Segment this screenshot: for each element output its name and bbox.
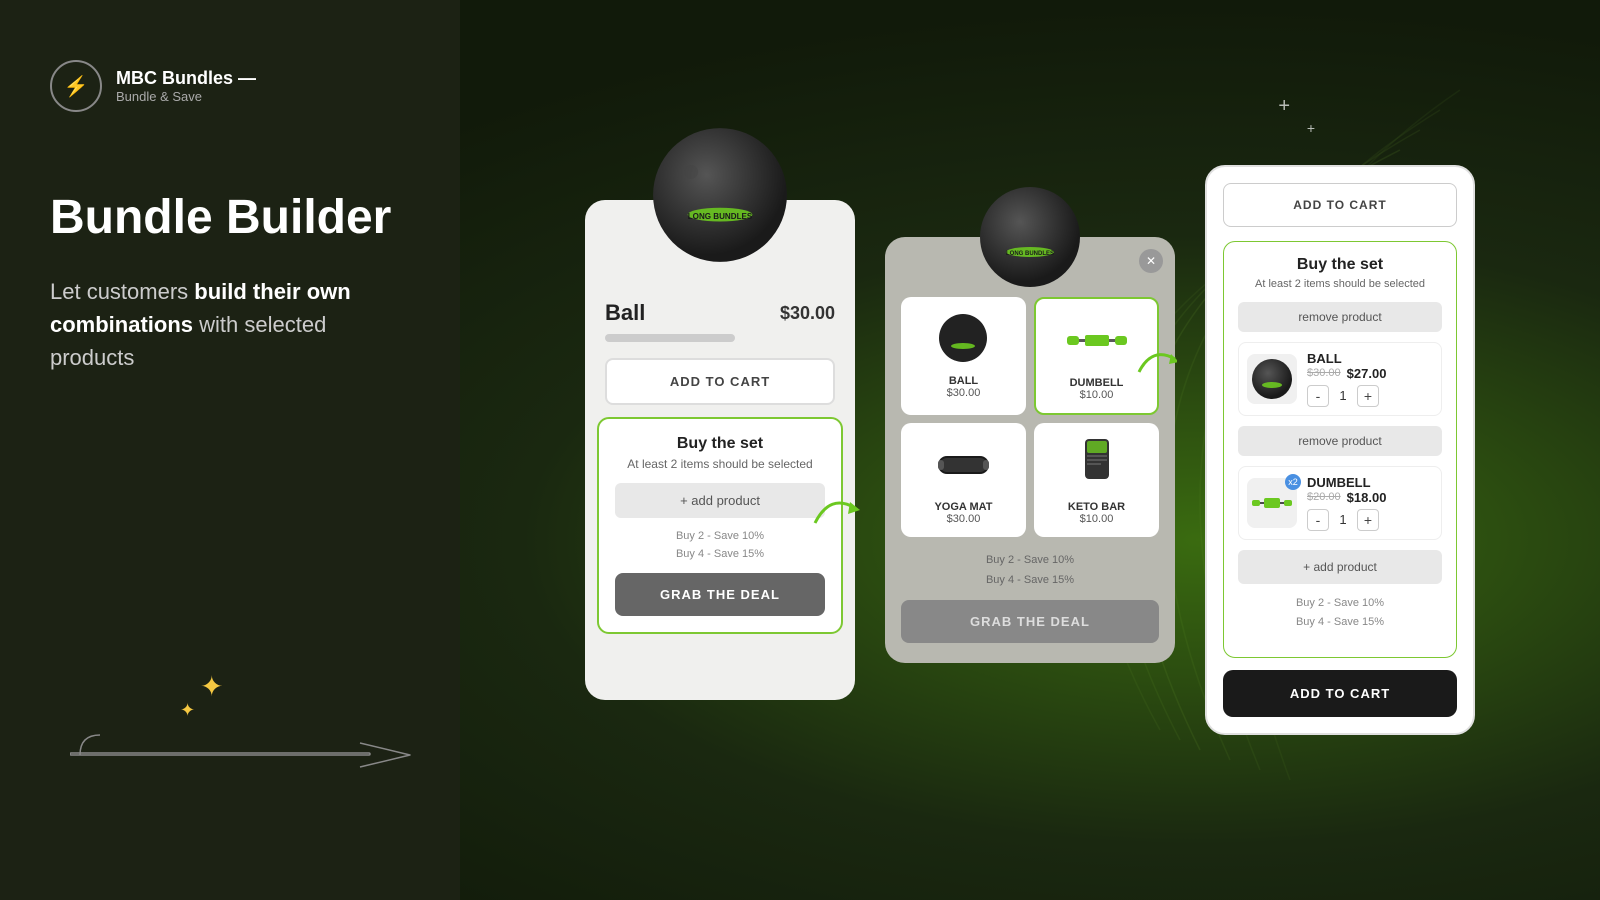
- bundle-item-dumbell-img: x2: [1247, 478, 1297, 528]
- grid-ketobar-label: KETO BAR: [1042, 501, 1151, 513]
- plus-decoration-1: +: [1278, 95, 1290, 118]
- bundle-detail-subtitle: At least 2 items should be selected: [1238, 278, 1442, 290]
- product-grid: BALL $30.00 DUMBELL $10.00: [901, 297, 1159, 537]
- bundle-ball-prices: $30.00 $27.00: [1307, 366, 1433, 381]
- grid-ball-price: $30.00: [909, 387, 1018, 399]
- arrow-decoration: [70, 725, 450, 790]
- selector-discount-info: Buy 2 - Save 10% Buy 4 - Save 15%: [901, 551, 1159, 591]
- grid-dumbell-svg: [1067, 318, 1127, 363]
- grid-dumbell-label: DUMBELL: [1044, 377, 1149, 389]
- grab-deal-btn-2[interactable]: GRAB THE DEAL: [901, 600, 1159, 643]
- logo-text-area: MBC Bundles — Bundle & Save: [116, 68, 256, 104]
- ball-svg-selector: LONG BUNDLES: [975, 182, 1085, 292]
- add-to-cart-btn-1[interactable]: ADD TO CART: [605, 358, 835, 405]
- card-detail: ADD TO CART Buy the set At least 2 items…: [1205, 165, 1475, 735]
- grid-item-yogamat[interactable]: YOGA MAT $30.00: [901, 423, 1026, 537]
- ball-qty-value: 1: [1335, 388, 1351, 403]
- logo-circle: ⚡: [50, 60, 102, 112]
- product-title-row: Ball $30.00: [605, 300, 835, 326]
- bundle-subtitle-1: At least 2 items should be selected: [615, 457, 825, 471]
- dumbell-qty-control: - 1 +: [1307, 509, 1433, 531]
- grid-dumbell-price: $10.00: [1044, 389, 1149, 401]
- grid-item-ball[interactable]: BALL $30.00: [901, 297, 1026, 415]
- cards-container: LONG BUNDLES Ball $30.00 ADD TO CART Buy…: [460, 0, 1600, 900]
- bundle-ball-sale: $27.00: [1347, 366, 1387, 381]
- green-arrow-icon-2: [1137, 344, 1177, 374]
- grab-deal-btn-1[interactable]: GRAB THE DEAL: [615, 573, 825, 616]
- bundle-item-ball-info: BALL $30.00 $27.00 - 1 +: [1307, 351, 1433, 407]
- bundle-dumbell-prices: $20.00 $18.00: [1307, 490, 1433, 505]
- add-to-cart-btn-bottom[interactable]: ADD TO CART: [1223, 670, 1457, 717]
- left-panel: ⚡ MBC Bundles — Bundle & Save Bundle Bui…: [0, 0, 460, 900]
- bundle-item-dumbell: x2 DUMBELL $20.00 $18.00 - 1 +: [1238, 466, 1442, 540]
- plus-decoration-2: +: [1307, 120, 1315, 136]
- remove-product-btn-1[interactable]: remove product: [1238, 302, 1442, 332]
- grid-item-ketobar-img: [1067, 435, 1127, 495]
- bundle-dumbell-sale: $18.00: [1347, 490, 1387, 505]
- bundle-detail-box: Buy the set At least 2 items should be s…: [1223, 241, 1457, 658]
- close-btn-selector[interactable]: ✕: [1139, 249, 1163, 273]
- dumbell-qty-badge: x2: [1285, 474, 1301, 490]
- grid-item-dumbell[interactable]: DUMBELL $10.00: [1034, 297, 1159, 415]
- product-image-area: LONG BUNDLES: [645, 120, 795, 270]
- description-plain: Let customers: [50, 279, 194, 304]
- bundle-dumbell-name: DUMBELL: [1307, 475, 1433, 490]
- ball-image-selector: LONG BUNDLES: [970, 177, 1090, 297]
- svg-text:LONG BUNDLES: LONG BUNDLES: [688, 212, 753, 221]
- grid-item-ketobar[interactable]: KETO BAR $10.00: [1034, 423, 1159, 537]
- add-to-cart-btn-top[interactable]: ADD TO CART: [1223, 183, 1457, 227]
- dumbell-qty-minus[interactable]: -: [1307, 509, 1329, 531]
- grid-yogamat-svg: [936, 446, 991, 484]
- grid-item-dumbell-img: [1067, 311, 1127, 371]
- product-price-1: $30.00: [780, 303, 835, 324]
- bundle-detail-title: Buy the set: [1238, 256, 1442, 274]
- grid-ketobar-svg: [1077, 437, 1117, 492]
- dumbell-qty-value: 1: [1335, 512, 1351, 527]
- grid-yogamat-label: YOGA MAT: [909, 501, 1018, 513]
- grid-ball-svg: [936, 311, 991, 366]
- bundle-item-ball: BALL $30.00 $27.00 - 1 +: [1238, 342, 1442, 416]
- remove-product-btn-2[interactable]: remove product: [1238, 426, 1442, 456]
- price-bar: [605, 334, 735, 342]
- brand-subtitle: Bundle & Save: [116, 89, 256, 104]
- card-body-1: Ball $30.00 ADD TO CART: [585, 280, 855, 405]
- bundle-item-dumbell-info: DUMBELL $20.00 $18.00 - 1 +: [1307, 475, 1433, 531]
- add-product-btn-detail[interactable]: + add product: [1238, 550, 1442, 584]
- ball-qty-plus[interactable]: +: [1357, 385, 1379, 407]
- card-simple: LONG BUNDLES Ball $30.00 ADD TO CART Buy…: [585, 200, 855, 700]
- detail-discount-info: Buy 2 - Save 10% Buy 4 - Save 15%: [1238, 594, 1442, 631]
- bundle-discount-info-1: Buy 2 - Save 10% Buy 4 - Save 15%: [615, 528, 825, 563]
- ball-qty-minus[interactable]: -: [1307, 385, 1329, 407]
- grid-ketobar-price: $10.00: [1042, 513, 1151, 525]
- grid-ball-label: BALL: [909, 375, 1018, 387]
- bundle-ball-original: $30.00: [1307, 367, 1341, 379]
- grid-item-ball-img: [934, 309, 994, 369]
- logo-icon: ⚡: [64, 74, 89, 99]
- green-arrow-icon-1: [810, 488, 860, 528]
- bundle-title-1: Buy the set: [615, 435, 825, 453]
- bundle-ball-name: BALL: [1307, 351, 1433, 366]
- dumbell-qty-plus[interactable]: +: [1357, 509, 1379, 531]
- bundle-dumbell-original: $20.00: [1307, 491, 1341, 503]
- bundle-box-1: Buy the set At least 2 items should be s…: [597, 417, 843, 634]
- add-product-btn-1[interactable]: + add product: [615, 483, 825, 518]
- card-selector: LONG BUNDLES ✕ BALL $30.00: [885, 237, 1175, 664]
- sparkle-large-icon: ✦: [200, 670, 223, 703]
- bundle-ball-svg: [1250, 357, 1294, 401]
- product-name-1: Ball: [605, 300, 645, 326]
- logo-area: ⚡ MBC Bundles — Bundle & Save: [50, 60, 410, 112]
- brand-title: MBC Bundles —: [116, 68, 256, 89]
- grid-yogamat-price: $30.00: [909, 513, 1018, 525]
- sparkle-small-icon: ✦: [180, 700, 195, 721]
- grid-item-yogamat-img: [934, 435, 994, 495]
- hero-description: Let customers build their own combinatio…: [50, 275, 410, 374]
- svg-text:LONG BUNDLES: LONG BUNDLES: [1006, 251, 1054, 257]
- bundle-item-ball-img: [1247, 354, 1297, 404]
- ball-image-card1: LONG BUNDLES: [645, 120, 795, 270]
- ball-qty-control: - 1 +: [1307, 385, 1433, 407]
- hero-heading: Bundle Builder: [50, 192, 410, 245]
